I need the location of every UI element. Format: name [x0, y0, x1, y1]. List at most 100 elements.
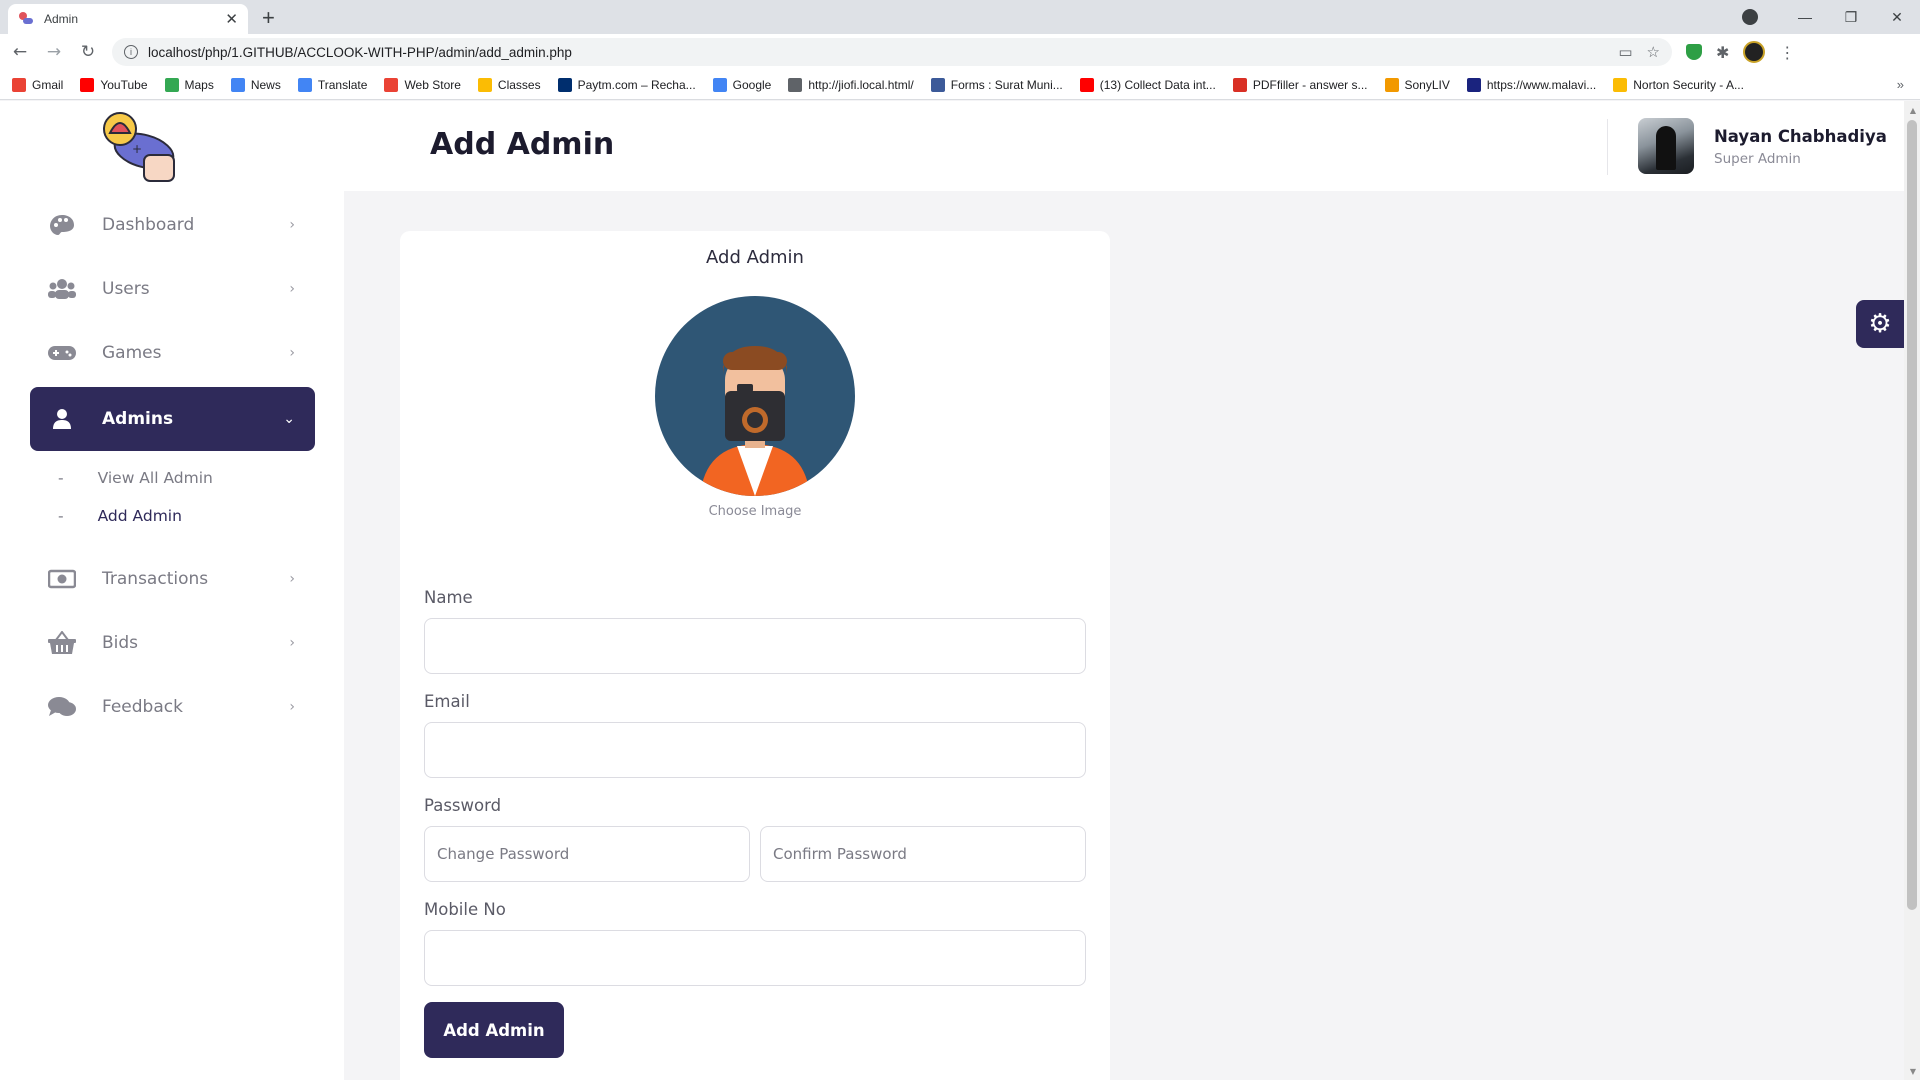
bookmark-label: Google [732, 77, 772, 92]
url-text[interactable]: localhost/php/1.GITHUB/ACCLOOK-WITH-PHP/… [148, 45, 1618, 60]
chevron-right-icon: › [289, 635, 295, 651]
bookmark-favicon-icon [297, 77, 312, 92]
restore-button[interactable]: ❐ [1828, 9, 1874, 26]
app-logo: + [103, 112, 175, 182]
forward-icon[interactable]: → [40, 42, 68, 62]
admins-submenu: - View All Admin - Add Admin [30, 451, 315, 547]
submenu-item-add-admin[interactable]: - Add Admin [30, 497, 315, 535]
sidebar-item-label: Feedback [102, 697, 183, 717]
bookmark-star-icon[interactable]: ☆ [1647, 43, 1660, 61]
bookmark-label: Web Store [404, 77, 461, 92]
gamepad-icon [48, 339, 76, 367]
sidebar-item-label: Bids [102, 633, 139, 653]
bookmark-item[interactable]: Google [712, 77, 772, 92]
bookmark-item[interactable]: Web Store [384, 77, 461, 92]
settings-gear-icon[interactable]: ⚙ [1856, 300, 1904, 348]
shield-extension-icon[interactable] [1686, 44, 1702, 60]
sidebar-item-dashboard[interactable]: Dashboard › [30, 193, 315, 257]
bookmark-item[interactable]: https://www.malavi... [1466, 77, 1597, 92]
bookmark-favicon-icon [230, 77, 245, 92]
bookmark-item[interactable]: Paytm.com – Recha... [557, 77, 696, 92]
sidebar-item-transactions[interactable]: Transactions › [30, 547, 315, 611]
choose-image-label[interactable]: Choose Image [400, 504, 1110, 519]
minimize-button[interactable]: — [1782, 9, 1828, 25]
window-controls: — ❐ ✕ [1742, 0, 1920, 34]
bookmark-label: Maps [184, 77, 214, 92]
bookmark-label: Classes [497, 77, 541, 92]
email-input[interactable] [424, 722, 1086, 778]
bookmark-item[interactable]: Translate [297, 77, 367, 92]
sidebar-item-users[interactable]: Users › [30, 257, 315, 321]
tab-close-icon[interactable]: ✕ [225, 10, 238, 28]
profile-avatar[interactable] [1743, 41, 1766, 63]
sidebar-item-bids[interactable]: Bids › [30, 611, 315, 675]
bookmark-item[interactable]: http://jiofi.local.html/ [788, 77, 914, 92]
user-name[interactable]: Nayan Chabhadiya [1714, 127, 1887, 146]
browser-menu-icon[interactable]: ⋮ [1779, 43, 1795, 62]
bookmark-label: (13) Collect Data int... [1099, 77, 1216, 92]
chevron-down-icon: ⌄ [283, 411, 295, 427]
browser-tab[interactable]: Admin ✕ [8, 4, 248, 34]
scrollbar-thumb[interactable] [1907, 120, 1917, 910]
bookmarks-overflow-icon[interactable]: » [1897, 77, 1904, 92]
address-bar: ← → ↻ i localhost/php/1.GITHUB/ACCLOOK-W… [0, 34, 1920, 70]
app-favicon-icon [19, 12, 33, 24]
bookmark-item[interactable]: YouTube [80, 77, 148, 92]
add-admin-button[interactable]: Add Admin [424, 1002, 564, 1058]
bookmark-item[interactable]: PDFfiller - answer s... [1232, 77, 1368, 92]
page-action-icon[interactable]: ▭ [1618, 43, 1632, 61]
bookmark-label: PDFfiller - answer s... [1252, 77, 1368, 92]
name-label: Name [424, 588, 473, 607]
bookmark-favicon-icon [477, 77, 492, 92]
bookmark-label: https://www.malavi... [1486, 77, 1597, 92]
chevron-right-icon: › [289, 217, 295, 233]
name-input[interactable] [424, 618, 1086, 674]
money-icon [48, 565, 76, 593]
bookmark-favicon-icon [80, 77, 95, 92]
bookmark-favicon-icon [384, 77, 399, 92]
back-icon[interactable]: ← [6, 42, 34, 62]
bookmark-item[interactable]: Classes [477, 77, 541, 92]
bookmark-label: YouTube [100, 77, 148, 92]
bookmark-item[interactable]: News [230, 77, 281, 92]
submenu-item-label: View All Admin [97, 469, 213, 487]
sidebar-item-feedback[interactable]: Feedback › [30, 675, 315, 739]
user-avatar[interactable] [1638, 118, 1694, 174]
sidebar-item-admins[interactable]: Admins ⌄ [30, 387, 315, 451]
bookmark-favicon-icon [1232, 77, 1247, 92]
bookmark-item[interactable]: Gmail [12, 77, 63, 92]
bookmark-item[interactable]: (13) Collect Data int... [1079, 77, 1216, 92]
bookmark-item[interactable]: Maps [164, 77, 214, 92]
mobile-input[interactable] [424, 930, 1086, 986]
submenu-item-label: Add Admin [97, 507, 182, 525]
sidebar-item-games[interactable]: Games › [30, 321, 315, 385]
app-page: + Dashboard › Users › Games › Admins ⌄ -… [0, 101, 1904, 1080]
extensions-icon[interactable]: ✱ [1716, 43, 1729, 62]
change-password-input[interactable] [424, 826, 750, 882]
comments-icon [48, 693, 76, 721]
reload-icon[interactable]: ↻ [74, 42, 102, 62]
bookmark-favicon-icon [1613, 77, 1628, 92]
sidebar-item-label: Admins [102, 409, 174, 429]
bookmark-favicon-icon [12, 77, 26, 92]
bookmark-item[interactable]: Forms : Surat Muni... [930, 77, 1063, 92]
bookmark-label: http://jiofi.local.html/ [808, 77, 914, 92]
scroll-up-icon[interactable]: ▲ [1910, 106, 1916, 115]
confirm-password-input[interactable] [760, 826, 1086, 882]
tab-search-icon[interactable] [1742, 9, 1758, 25]
bookmark-favicon-icon [788, 77, 803, 92]
image-picker[interactable] [655, 296, 855, 496]
chevron-right-icon: › [289, 571, 295, 587]
site-info-icon[interactable]: i [124, 45, 138, 59]
omnibox[interactable]: i localhost/php/1.GITHUB/ACCLOOK-WITH-PH… [112, 38, 1672, 66]
scroll-down-icon[interactable]: ▼ [1910, 1067, 1916, 1076]
bookmark-item[interactable]: Norton Security - A... [1613, 77, 1744, 92]
new-tab-button[interactable]: + [262, 5, 275, 31]
user-icon [48, 405, 76, 433]
bookmark-item[interactable]: SonyLIV [1384, 77, 1450, 92]
submenu-item-view-all-admin[interactable]: - View All Admin [30, 459, 315, 497]
user-role: Super Admin [1714, 151, 1801, 167]
close-window-button[interactable]: ✕ [1874, 9, 1920, 26]
bookmark-favicon-icon [164, 77, 179, 92]
chevron-right-icon: › [289, 281, 295, 297]
